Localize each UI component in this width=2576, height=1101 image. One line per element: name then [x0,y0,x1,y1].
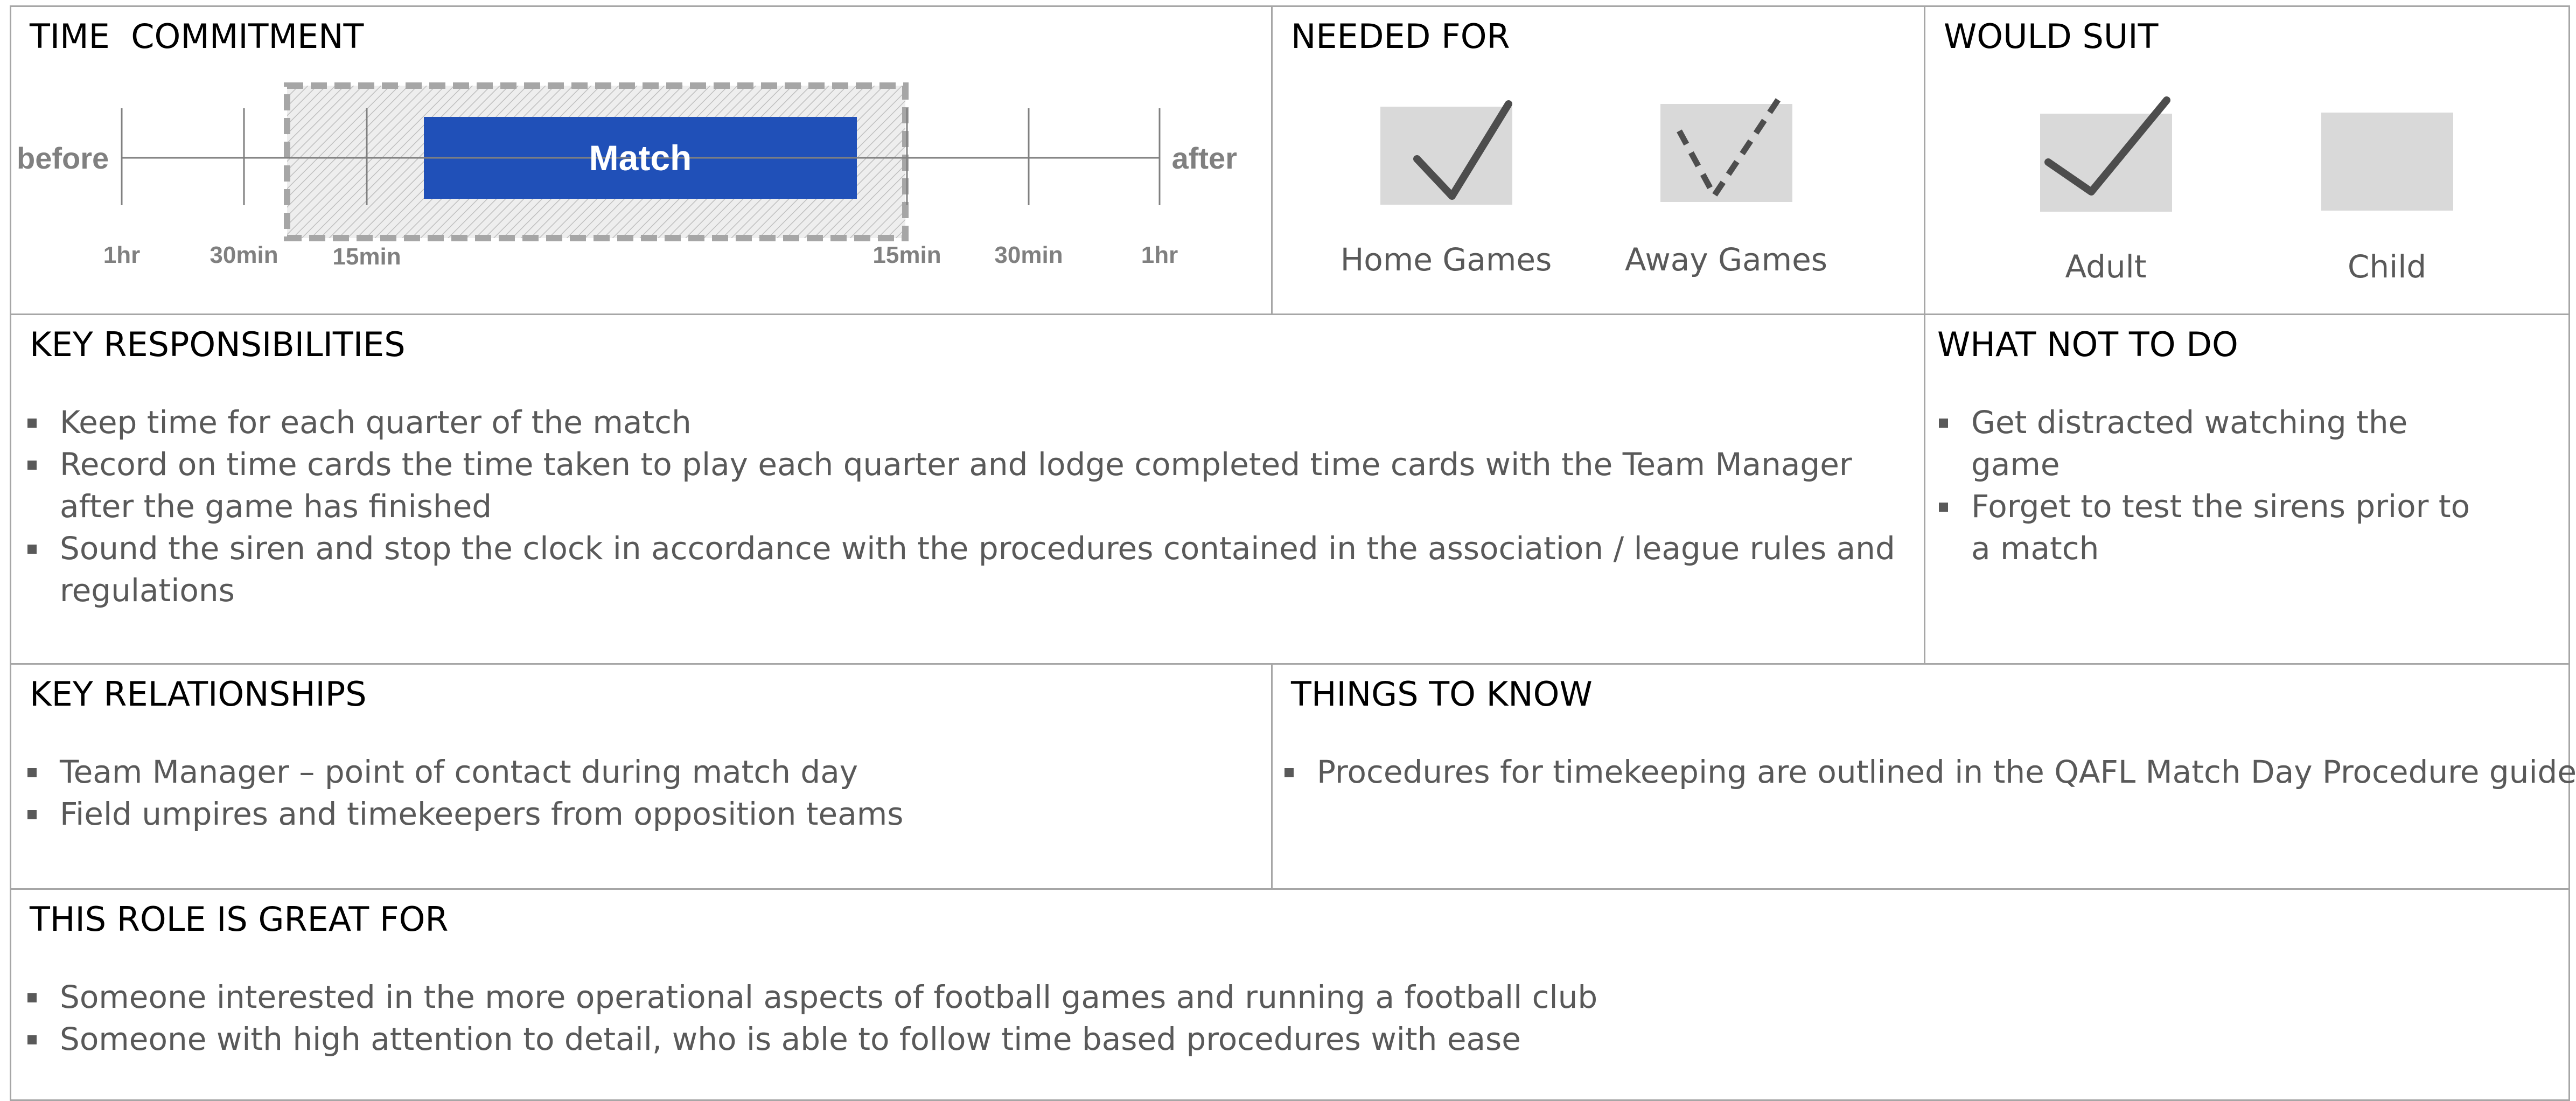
would-suit-section: WOULD SUIT Adult Child [1924,5,2570,315]
tick-label: 15min [872,242,941,268]
check-icon [1413,100,1512,200]
great-for-section: THIS ROLE IS GREAT FOR Someone intereste… [10,888,2570,1101]
after-label: after [1172,141,1237,175]
what-not-to-do-list: Get distracted watching the game Forget … [1939,401,2499,569]
things-to-know-list: Procedures for timekeeping are outlined … [1284,751,2576,793]
list-item: Sound the siren and stop the clock in ac… [27,527,1902,611]
needed-for-section: NEEDED FOR Home Games Away Games [1271,5,1925,315]
key-responsibilities-section: KEY RESPONSIBILITIES Keep time for each … [10,313,1925,665]
child-checkbox [2321,113,2453,211]
great-for-title: THIS ROLE IS GREAT FOR [30,900,449,939]
tick-label: 15min [332,243,401,270]
things-to-know-section: THINGS TO KNOW Procedures for timekeepin… [1271,663,2576,890]
check-icon [2044,96,2170,196]
away-games-checkbox [1660,96,1792,202]
things-to-know-title: THINGS TO KNOW [1291,674,1593,714]
list-item: Record on time cards the time taken to p… [27,443,1902,527]
child-label: Child [2347,248,2427,285]
key-responsibilities-list: Keep time for each quarter of the match … [27,401,1902,611]
list-item: Forget to test the sirens prior to a mat… [1939,485,2499,569]
list-item: Someone interested in the more operation… [27,976,2505,1018]
what-not-to-do-section: WHAT NOT TO DO Get distracted watching t… [1924,313,2570,665]
dashed-check-icon [1677,96,1782,199]
match-label: Match [589,138,692,178]
home-games-checkbox [1380,100,1512,205]
list-item: Field umpires and timekeepers from oppos… [27,793,1239,835]
list-item: Keep time for each quarter of the match [27,401,1902,443]
list-item: Someone with high attention to detail, w… [27,1018,2505,1060]
tick-label: 30min [994,242,1063,268]
tick-label: 30min [210,242,278,268]
before-label: before [17,141,109,175]
time-commitment-section: TIME COMMITMENT before after Match 1hr 3… [10,5,1273,315]
would-suit-title: WOULD SUIT [1944,17,2159,56]
key-relationships-list: Team Manager – point of contact during m… [27,751,1239,835]
key-relationships-section: KEY RELATIONSHIPS Team Manager – point o… [10,663,1273,890]
tick-label: 1hr [1141,242,1178,268]
adult-label: Adult [2065,248,2147,285]
what-not-to-do-title: WHAT NOT TO DO [1937,325,2238,364]
key-relationships-title: KEY RELATIONSHIPS [30,674,367,714]
list-item: Procedures for timekeeping are outlined … [1284,751,2576,793]
needed-for-title: NEEDED FOR [1291,17,1510,56]
tick-label: 1hr [103,242,140,268]
great-for-list: Someone interested in the more operation… [27,976,2505,1060]
away-games-label: Away Games [1625,241,1827,278]
key-responsibilities-title: KEY RESPONSIBILITIES [30,325,406,364]
list-item: Get distracted watching the game [1939,401,2499,485]
time-commitment-timeline: before after Match 1hr 30min 15min 15min… [17,82,1237,270]
list-item: Team Manager – point of contact during m… [27,751,1239,793]
adult-checkbox [2040,96,2172,212]
home-games-label: Home Games [1340,241,1552,278]
